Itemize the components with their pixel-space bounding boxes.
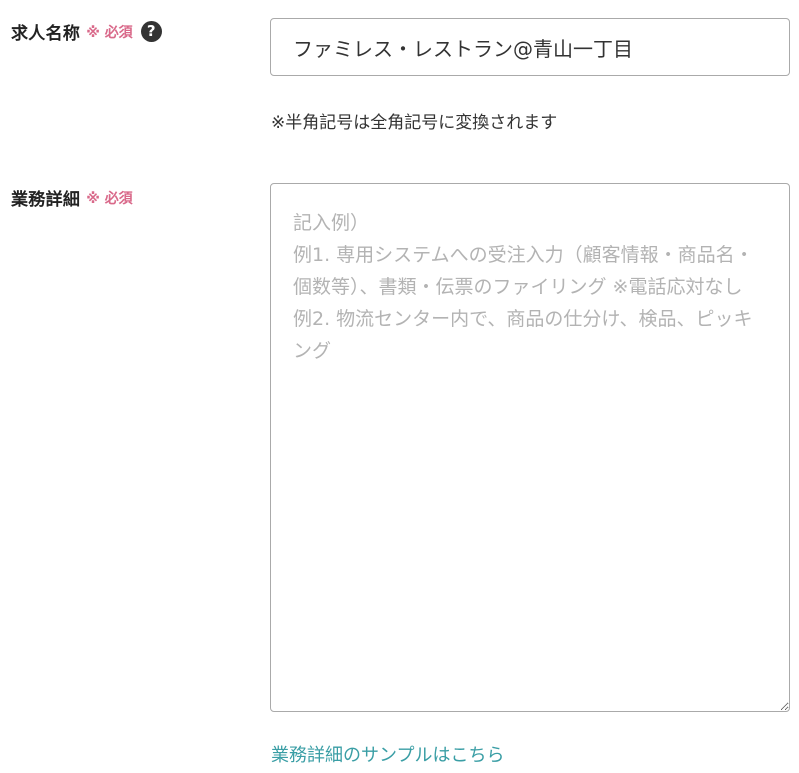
job-title-label-row: 求人名称 ※ 必須 ?: [11, 19, 162, 44]
job-details-required-badge: ※ 必須: [86, 190, 133, 207]
job-details-label: 業務詳細: [11, 190, 81, 210]
job-details-sample-link[interactable]: 業務詳細のサンプルはこちら: [271, 741, 504, 767]
job-title-input[interactable]: [270, 18, 790, 76]
job-details-label-row: 業務詳細 ※ 必須: [11, 185, 133, 210]
job-title-required-badge: ※ 必須: [86, 24, 133, 41]
help-icon[interactable]: ?: [140, 21, 162, 42]
job-title-note: ※半角記号は全角記号に変換されます: [271, 113, 558, 133]
job-title-label: 求人名称: [11, 24, 81, 44]
job-details-textarea[interactable]: [270, 183, 790, 712]
